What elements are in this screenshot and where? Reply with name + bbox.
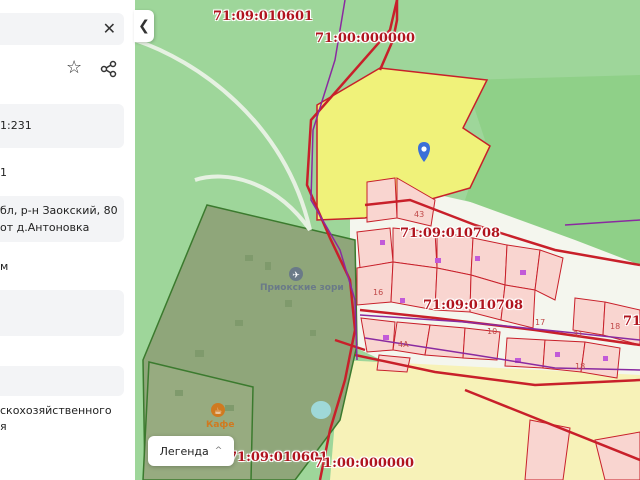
map-view[interactable]: ✈ ☕ 71:09:010601 71:00:000000 71:09:0107… [135, 0, 640, 480]
plot-number: 10 [487, 327, 498, 336]
plot-number: 18 [575, 362, 586, 371]
place-label[interactable]: Приокские зори [260, 283, 344, 293]
plot-number: 16 [373, 288, 384, 297]
plot-number: 31 [573, 330, 584, 339]
share-icon[interactable] [100, 60, 118, 78]
legend-label: Легенда [159, 444, 209, 458]
cadastral-label: 71:00:000000 [315, 31, 416, 46]
info-row: 1:231 [0, 104, 124, 148]
cadastral-label: 71:00:000000 [314, 456, 415, 471]
map-canvas[interactable]: ✈ ☕ [135, 0, 640, 480]
info-text: 1:231 [0, 119, 32, 132]
info-panel: ✕ ☆ 1:231 1 бл, р-н Заокский, 80 от д.Ан… [0, 0, 135, 480]
star-icon[interactable]: ☆ [66, 57, 82, 78]
info-row [0, 290, 124, 336]
plot-number: 18 [610, 322, 621, 331]
collapse-panel-button[interactable]: ❮ [134, 10, 154, 42]
info-text: 1 [0, 166, 7, 179]
cadastral-label: 71:09:010708 [400, 226, 501, 241]
info-text: скохозяйственного [0, 404, 112, 417]
cadastral-label: 71:09:010708 [423, 298, 524, 313]
pond [311, 401, 331, 419]
info-text: я [0, 420, 7, 433]
place-label[interactable]: Кафе [206, 420, 234, 430]
info-row [0, 366, 124, 396]
plot-number: 17 [535, 318, 546, 327]
plot-number: 43 [414, 210, 425, 219]
cadastral-label: 71:1 [623, 314, 640, 329]
svg-text:✈: ✈ [292, 271, 300, 281]
chevron-up-icon: ^ [214, 446, 223, 456]
plot-number: 4A [398, 340, 409, 349]
search-row[interactable]: ✕ [0, 13, 124, 45]
info-text: м [0, 260, 9, 273]
chevron-left-icon: ❮ [138, 18, 150, 34]
address-text: бл, р-н Заокский, 80 [0, 204, 118, 217]
cadastral-label: 71:09:010601 [213, 9, 314, 24]
legend-button[interactable]: Легенда ^ [148, 436, 234, 466]
address-text: от д.Антоновка [0, 221, 90, 234]
svg-text:☕: ☕ [214, 407, 222, 417]
close-icon[interactable]: ✕ [103, 19, 116, 38]
address-row: бл, р-н Заокский, 80 от д.Антоновка [0, 196, 124, 242]
